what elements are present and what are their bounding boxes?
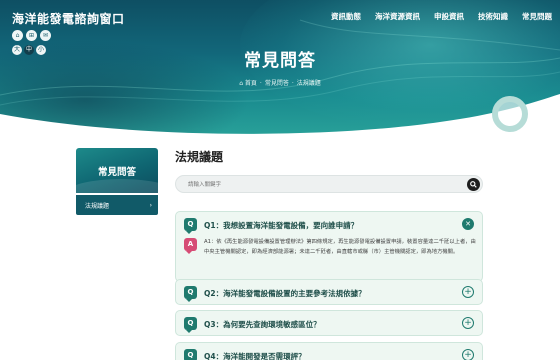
- faq-item-1: Q Q1：我想設置海洋能發電設備，要向誰申請？ ✕ A A1：依《再生能源發電設…: [175, 211, 483, 282]
- breadcrumb: ⌂ 首頁 · 常見問答 · 法規議題: [239, 80, 321, 87]
- faq-question: Q2：海洋能發電設備設置的主要參考法規依據？: [204, 289, 366, 298]
- faq-item-3[interactable]: Q Q3：為何要先查詢環境敏感區位？ +: [175, 310, 483, 336]
- hero-bottom-curve: [0, 94, 560, 140]
- question-badge-icon: Q: [184, 349, 197, 360]
- faq-question: Q3：為何要先查詢環境敏感區位？: [204, 320, 321, 329]
- page-title: 常見問答: [244, 51, 316, 71]
- nav-application[interactable]: 申設資訊: [434, 11, 464, 22]
- faq-question: Q1：我想設置海洋能發電設備，要向誰申請？: [204, 221, 359, 230]
- question-badge-icon: Q: [184, 317, 197, 333]
- faq-question-row[interactable]: Q Q2：海洋能發電設備設置的主要參考法規依據？ +: [176, 280, 482, 304]
- breadcrumb-faq[interactable]: 常見問答: [265, 80, 289, 87]
- main-nav: 資訊動態 海洋資源資訊 申設資訊 技術知識 常見問題: [331, 11, 552, 22]
- collapse-icon[interactable]: ✕: [462, 218, 474, 230]
- site-title[interactable]: 海洋能發電諮詢窗口: [12, 10, 125, 27]
- question-badge-icon: Q: [184, 218, 197, 234]
- home-icon[interactable]: ⌂: [12, 30, 23, 41]
- search-icon: [470, 181, 477, 188]
- sidebar-item-regulations[interactable]: 法規議題 ›: [76, 195, 158, 215]
- sidebar-item-label: 法規議題: [85, 202, 110, 210]
- expand-plus-icon[interactable]: +: [462, 349, 474, 360]
- faq-question-row[interactable]: Q Q4：海洋能開發是否需環評？ +: [176, 343, 482, 360]
- main-content: 法規議題 Q Q1：我想設置海洋能發電設備，要向誰申請？ ✕ A A1：依《再生…: [175, 148, 485, 360]
- search-button[interactable]: [467, 178, 480, 191]
- expand-plus-icon[interactable]: +: [462, 317, 474, 329]
- answer-badge-icon: A: [184, 238, 197, 254]
- mail-icon[interactable]: ✉: [40, 30, 51, 41]
- faq-item-4[interactable]: Q Q4：海洋能開發是否需環評？ +: [175, 342, 483, 360]
- nav-ocean-resources[interactable]: 海洋資源資訊: [375, 11, 420, 22]
- section-title: 法規議題: [175, 150, 224, 164]
- breadcrumb-current: 法規議題: [296, 80, 321, 87]
- sitemap-icon[interactable]: ⊞: [26, 30, 37, 41]
- search-input[interactable]: [188, 179, 458, 190]
- breadcrumb-home[interactable]: 首頁: [245, 80, 257, 87]
- nav-technical-knowledge[interactable]: 技術知識: [478, 11, 508, 22]
- faq-question-row[interactable]: Q Q3：為何要先查詢環境敏感區位？ +: [176, 311, 482, 335]
- nav-faq[interactable]: 常見問題: [522, 11, 552, 22]
- faq-answer: A A1：依《再生能源發電設備設置管理辦法》第四條規定，再生能源發電設備設置申請…: [184, 236, 476, 272]
- faq-answer-text: A1：依《再生能源發電設備設置管理辦法》第四條規定，再生能源發電設備設置申請，裝…: [204, 239, 476, 255]
- expand-plus-icon[interactable]: +: [462, 286, 474, 298]
- sidebar: 常見問答 法規議題 ›: [76, 148, 158, 215]
- chevron-right-icon: ›: [149, 201, 152, 209]
- hero-banner: 海洋能發電諮詢窗口 ⌂ ⊞ ✉ 大 中 小 資訊動態 海洋資源資訊 申設資訊 技…: [0, 0, 560, 140]
- nav-news[interactable]: 資訊動態: [331, 11, 361, 22]
- faq-item-2[interactable]: Q Q2：海洋能發電設備設置的主要參考法規依據？ +: [175, 279, 483, 305]
- faq-question: Q4：海洋能開發是否需環評？: [204, 352, 306, 360]
- search-bar: [175, 175, 483, 193]
- utility-icons: ⌂ ⊞ ✉: [12, 30, 51, 41]
- sidebar-title: 常見問答: [76, 148, 158, 193]
- faq-question-row[interactable]: Q Q1：我想設置海洋能發電設備，要向誰申請？ ✕: [176, 212, 482, 236]
- decorative-ring: [492, 96, 528, 132]
- question-badge-icon: Q: [184, 286, 197, 302]
